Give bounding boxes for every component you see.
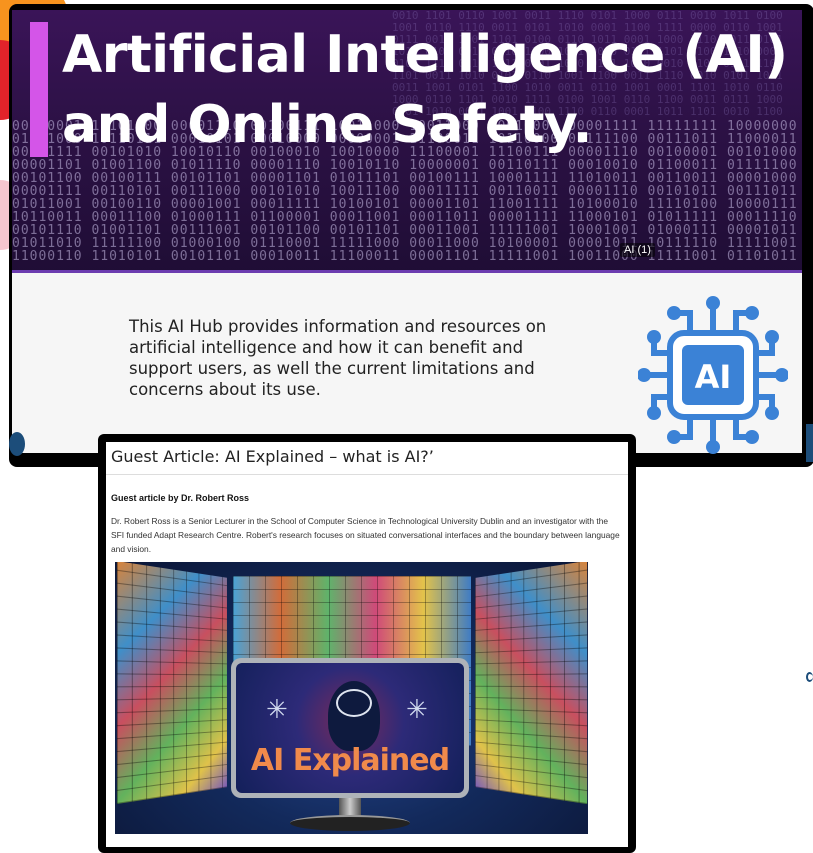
page-title-line-1: Artificial Intelligence (AI) xyxy=(62,25,788,85)
article-title[interactable]: Guest Article: AI Explained – what is AI… xyxy=(111,447,434,466)
network-icon: ✳ xyxy=(406,695,428,725)
monitor-graphic: ✳ ✳ AI Explained xyxy=(231,658,469,798)
author-bio: Dr. Robert Ross is a Senior Lecturer in … xyxy=(111,516,620,554)
partial-edge-element xyxy=(806,672,813,682)
article-divider xyxy=(106,474,628,475)
intro-text: This AI Hub provides information and res… xyxy=(129,317,547,399)
hero-banner: 0010 1101 0110 1001 0011 1110 0101 1000 … xyxy=(12,10,802,272)
ai-explained-image[interactable]: ✳ ✳ AI Explained xyxy=(115,562,588,834)
page-title: Artificial Intelligence (AI) and Online … xyxy=(62,20,788,160)
screen-wall-left xyxy=(116,562,227,804)
screen-wall-right xyxy=(475,562,588,805)
hero-accent-bar xyxy=(30,22,48,157)
monitor-screen: ✳ ✳ AI Explained xyxy=(236,663,464,793)
intro-section: This AI Hub provides information and res… xyxy=(12,273,802,454)
brain-icon xyxy=(336,689,372,717)
partial-edge-element xyxy=(9,432,25,456)
image-headline: AI Explained xyxy=(250,743,450,778)
image-caption-tag: AI (1) xyxy=(620,243,655,257)
network-icon: ✳ xyxy=(266,695,288,725)
ai-chip-icon: AI xyxy=(638,296,788,454)
article-byline: Guest article by Dr. Robert Ross xyxy=(111,493,250,503)
monitor-base xyxy=(290,815,410,831)
page-title-line-2: and Online Safety. xyxy=(62,95,592,155)
guest-article-card: Guest Article: AI Explained – what is AI… xyxy=(106,442,628,847)
partial-edge-element xyxy=(806,424,813,462)
ai-chip-label: AI xyxy=(695,358,732,396)
